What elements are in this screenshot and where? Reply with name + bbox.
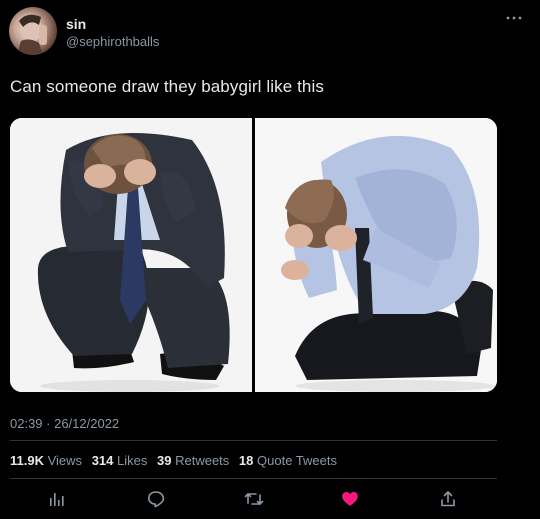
tweet-timestamp[interactable]: 02:39 · 26/12/2022 [10, 416, 119, 431]
action-bar [10, 487, 497, 511]
views-stat[interactable]: 11.9K Views [10, 453, 82, 468]
like-button[interactable] [338, 487, 362, 511]
retweets-count: 39 [157, 453, 172, 468]
photo-kneeling-man[interactable] [255, 118, 497, 392]
retweet-button[interactable] [242, 487, 266, 511]
analytics-icon [50, 493, 64, 506]
likes-label: Likes [117, 453, 148, 468]
views-label: Views [47, 453, 83, 468]
reply-button[interactable] [144, 487, 168, 511]
tweet-media[interactable] [10, 118, 497, 392]
retweet-icon [244, 493, 264, 505]
likes-count: 314 [91, 453, 114, 468]
quotes-count: 18 [238, 453, 254, 468]
share-button[interactable] [436, 487, 460, 511]
heart-icon [342, 492, 358, 506]
tweet-text: Can someone draw they babygirl like this [10, 77, 324, 96]
display-name[interactable]: sin [66, 16, 86, 32]
analytics-button[interactable] [44, 487, 68, 511]
reply-icon [148, 491, 165, 508]
views-count: 11.9K [10, 453, 44, 468]
divider-top [10, 440, 497, 441]
retweets-label: Retweets [175, 453, 230, 468]
quotes-stat[interactable]: 18 Quote Tweets [239, 453, 337, 468]
avatar[interactable] [9, 7, 57, 55]
retweets-stat[interactable]: 39 Retweets [157, 453, 229, 468]
tweet-header: sin @sephirothballs [9, 7, 529, 59]
divider-bottom [10, 478, 497, 479]
tweet-stats: 11.9K Views 314 Likes 39 Retweets 18 Quo… [10, 453, 343, 468]
photo-crouching-man[interactable] [10, 118, 252, 392]
share-icon [441, 491, 455, 507]
quotes-label: Quote Tweets [257, 453, 337, 468]
likes-stat[interactable]: 314 Likes [92, 453, 148, 468]
user-handle[interactable]: @sephirothballs [66, 34, 159, 49]
more-icon[interactable] [505, 13, 523, 23]
